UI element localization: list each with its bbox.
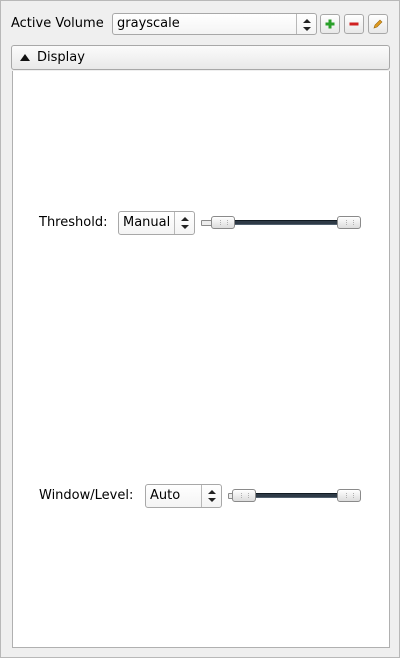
select-arrows-icon bbox=[201, 485, 221, 507]
window-level-mode-value: Auto bbox=[150, 488, 181, 503]
plus-icon bbox=[325, 19, 335, 29]
select-arrows-icon bbox=[174, 212, 194, 234]
window-level-track bbox=[244, 493, 344, 498]
threshold-label: Threshold: bbox=[39, 215, 108, 230]
active-volume-select[interactable]: grayscale bbox=[112, 13, 317, 35]
active-volume-label: Active Volume bbox=[11, 16, 104, 31]
threshold-mode-select[interactable]: Manual bbox=[118, 211, 195, 235]
volume-panel: Active Volume grayscale Display Threshol… bbox=[0, 0, 400, 658]
active-volume-value: grayscale bbox=[117, 16, 180, 31]
display-section-toggle[interactable]: Display bbox=[11, 45, 390, 70]
threshold-high-handle[interactable] bbox=[337, 216, 361, 229]
add-volume-button[interactable] bbox=[320, 14, 340, 34]
remove-volume-button[interactable] bbox=[344, 14, 364, 34]
threshold-range-slider[interactable] bbox=[201, 216, 363, 232]
collapse-arrow-icon bbox=[20, 54, 30, 61]
edit-volume-button[interactable] bbox=[368, 14, 388, 34]
window-level-range-slider[interactable] bbox=[228, 489, 363, 505]
display-section-body: Threshold: Manual Window/Level: Auto bbox=[12, 71, 390, 648]
window-level-low-handle[interactable] bbox=[232, 489, 256, 502]
threshold-track bbox=[221, 220, 341, 225]
pencil-icon bbox=[373, 19, 383, 29]
minus-icon bbox=[349, 22, 359, 26]
window-level-label: Window/Level: bbox=[39, 488, 134, 503]
threshold-mode-value: Manual bbox=[123, 215, 171, 230]
select-arrows-icon bbox=[296, 14, 316, 34]
threshold-low-handle[interactable] bbox=[211, 216, 235, 229]
window-level-high-handle[interactable] bbox=[337, 489, 361, 502]
window-level-mode-select[interactable]: Auto bbox=[145, 484, 222, 508]
display-section-label: Display bbox=[37, 50, 85, 65]
